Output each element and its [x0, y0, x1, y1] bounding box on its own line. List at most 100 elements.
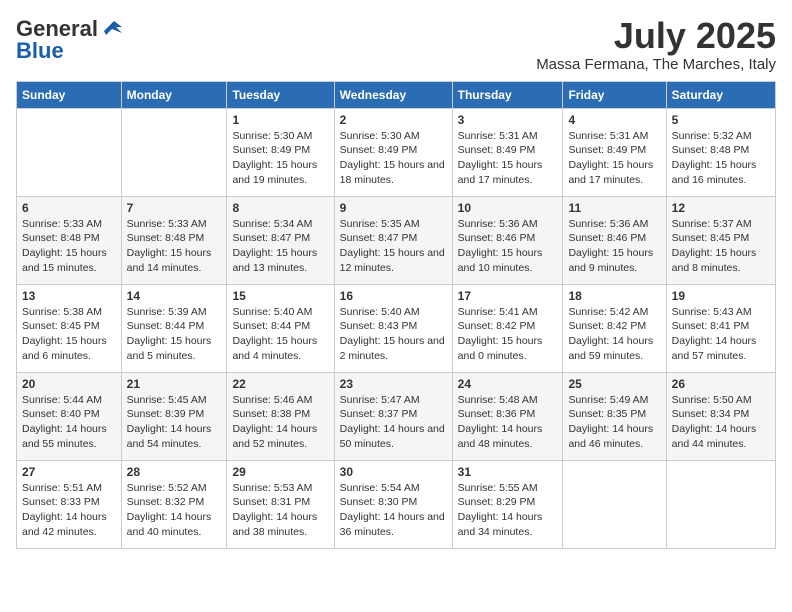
- day-number: 3: [458, 113, 558, 127]
- calendar-cell: 2 Sunrise: 5:30 AMSunset: 8:49 PMDaylight…: [334, 108, 452, 196]
- day-number: 12: [672, 201, 770, 215]
- page-header: General Blue July 2025 Massa Fermana, Th…: [16, 16, 776, 73]
- col-header-thursday: Thursday: [452, 81, 563, 108]
- calendar-cell: 13 Sunrise: 5:38 AMSunset: 8:45 PMDayligh…: [17, 284, 122, 372]
- day-number: 25: [568, 377, 660, 391]
- calendar-table: SundayMondayTuesdayWednesdayThursdayFrid…: [16, 81, 776, 549]
- logo-bird-icon: [100, 19, 122, 35]
- col-header-tuesday: Tuesday: [227, 81, 334, 108]
- day-number: 5: [672, 113, 770, 127]
- day-number: 27: [22, 465, 116, 479]
- calendar-cell: 27 Sunrise: 5:51 AMSunset: 8:33 PMDayligh…: [17, 460, 122, 548]
- cell-info: Sunrise: 5:52 AMSunset: 8:32 PMDaylight:…: [127, 482, 212, 538]
- calendar-cell: 11 Sunrise: 5:36 AMSunset: 8:46 PMDayligh…: [563, 196, 666, 284]
- calendar-cell: [17, 108, 122, 196]
- day-number: 16: [340, 289, 447, 303]
- title-block: July 2025 Massa Fermana, The Marches, It…: [536, 16, 776, 73]
- calendar-cell: 28 Sunrise: 5:52 AMSunset: 8:32 PMDayligh…: [121, 460, 227, 548]
- calendar-cell: 5 Sunrise: 5:32 AMSunset: 8:48 PMDaylight…: [666, 108, 775, 196]
- calendar-cell: 6 Sunrise: 5:33 AMSunset: 8:48 PMDaylight…: [17, 196, 122, 284]
- day-number: 17: [458, 289, 558, 303]
- logo: General Blue: [16, 16, 122, 64]
- day-number: 11: [568, 201, 660, 215]
- calendar-cell: 7 Sunrise: 5:33 AMSunset: 8:48 PMDaylight…: [121, 196, 227, 284]
- calendar-cell: 4Sunrise: 5:31 AMSunset: 8:49 PMDaylight…: [563, 108, 666, 196]
- calendar-cell: 10Sunrise: 5:36 AMSunset: 8:46 PMDayligh…: [452, 196, 563, 284]
- cell-info: Sunrise: 5:34 AMSunset: 8:47 PMDaylight:…: [232, 218, 317, 274]
- calendar-cell: 15Sunrise: 5:40 AMSunset: 8:44 PMDayligh…: [227, 284, 334, 372]
- cell-info: Sunrise: 5:53 AMSunset: 8:31 PMDaylight:…: [232, 482, 317, 538]
- cell-info: Sunrise: 5:38 AMSunset: 8:45 PMDaylight:…: [22, 306, 107, 362]
- calendar-cell: 25Sunrise: 5:49 AMSunset: 8:35 PMDayligh…: [563, 372, 666, 460]
- calendar-cell: 8Sunrise: 5:34 AMSunset: 8:47 PMDaylight…: [227, 196, 334, 284]
- day-number: 19: [672, 289, 770, 303]
- calendar-cell: 16 Sunrise: 5:40 AMSunset: 8:43 PMDayligh…: [334, 284, 452, 372]
- calendar-cell: 19 Sunrise: 5:43 AMSunset: 8:41 PMDayligh…: [666, 284, 775, 372]
- main-title: July 2025: [536, 16, 776, 56]
- cell-info: Sunrise: 5:33 AMSunset: 8:48 PMDaylight:…: [22, 218, 107, 274]
- calendar-cell: 29 Sunrise: 5:53 AMSunset: 8:31 PMDayligh…: [227, 460, 334, 548]
- logo-blue: Blue: [16, 38, 64, 64]
- cell-info: Sunrise: 5:36 AMSunset: 8:46 PMDaylight:…: [458, 218, 543, 274]
- cell-info: Sunrise: 5:33 AMSunset: 8:48 PMDaylight:…: [127, 218, 212, 274]
- col-header-saturday: Saturday: [666, 81, 775, 108]
- day-number: 30: [340, 465, 447, 479]
- day-number: 31: [458, 465, 558, 479]
- cell-info: Sunrise: 5:46 AMSunset: 8:38 PMDaylight:…: [232, 394, 317, 450]
- cell-info: Sunrise: 5:55 AMSunset: 8:29 PMDaylight:…: [458, 482, 543, 538]
- calendar-cell: 24 Sunrise: 5:48 AMSunset: 8:36 PMDayligh…: [452, 372, 563, 460]
- cell-info: Sunrise: 5:48 AMSunset: 8:36 PMDaylight:…: [458, 394, 543, 450]
- calendar-cell: 22 Sunrise: 5:46 AMSunset: 8:38 PMDayligh…: [227, 372, 334, 460]
- calendar-cell: 23Sunrise: 5:47 AMSunset: 8:37 PMDayligh…: [334, 372, 452, 460]
- cell-info: Sunrise: 5:36 AMSunset: 8:46 PMDaylight:…: [568, 218, 653, 274]
- calendar-cell: [666, 460, 775, 548]
- day-number: 4: [568, 113, 660, 127]
- cell-info: Sunrise: 5:44 AMSunset: 8:40 PMDaylight:…: [22, 394, 107, 450]
- day-number: 7: [127, 201, 222, 215]
- calendar-cell: 12 Sunrise: 5:37 AMSunset: 8:45 PMDayligh…: [666, 196, 775, 284]
- day-number: 1: [232, 113, 328, 127]
- day-number: 6: [22, 201, 116, 215]
- cell-info: Sunrise: 5:31 AMSunset: 8:49 PMDaylight:…: [458, 130, 543, 186]
- week-row-1: 1 Sunrise: 5:30 AMSunset: 8:49 PMDaylight…: [17, 108, 776, 196]
- day-number: 22: [232, 377, 328, 391]
- cell-info: Sunrise: 5:37 AMSunset: 8:45 PMDaylight:…: [672, 218, 757, 274]
- week-row-5: 27 Sunrise: 5:51 AMSunset: 8:33 PMDayligh…: [17, 460, 776, 548]
- day-number: 28: [127, 465, 222, 479]
- cell-info: Sunrise: 5:30 AMSunset: 8:49 PMDaylight:…: [232, 130, 317, 186]
- week-row-2: 6 Sunrise: 5:33 AMSunset: 8:48 PMDaylight…: [17, 196, 776, 284]
- cell-info: Sunrise: 5:51 AMSunset: 8:33 PMDaylight:…: [22, 482, 107, 538]
- col-header-sunday: Sunday: [17, 81, 122, 108]
- day-number: 24: [458, 377, 558, 391]
- cell-info: Sunrise: 5:43 AMSunset: 8:41 PMDaylight:…: [672, 306, 757, 362]
- cell-info: Sunrise: 5:54 AMSunset: 8:30 PMDaylight:…: [340, 482, 445, 538]
- calendar-cell: 18 Sunrise: 5:42 AMSunset: 8:42 PMDayligh…: [563, 284, 666, 372]
- day-number: 9: [340, 201, 447, 215]
- cell-info: Sunrise: 5:47 AMSunset: 8:37 PMDaylight:…: [340, 394, 445, 450]
- day-number: 13: [22, 289, 116, 303]
- day-number: 2: [340, 113, 447, 127]
- cell-info: Sunrise: 5:50 AMSunset: 8:34 PMDaylight:…: [672, 394, 757, 450]
- cell-info: Sunrise: 5:35 AMSunset: 8:47 PMDaylight:…: [340, 218, 445, 274]
- day-number: 29: [232, 465, 328, 479]
- col-header-friday: Friday: [563, 81, 666, 108]
- calendar-cell: 31 Sunrise: 5:55 AMSunset: 8:29 PMDayligh…: [452, 460, 563, 548]
- calendar-cell: 3 Sunrise: 5:31 AMSunset: 8:49 PMDaylight…: [452, 108, 563, 196]
- week-row-4: 20Sunrise: 5:44 AMSunset: 8:40 PMDayligh…: [17, 372, 776, 460]
- cell-info: Sunrise: 5:42 AMSunset: 8:42 PMDaylight:…: [568, 306, 653, 362]
- subtitle: Massa Fermana, The Marches, Italy: [536, 56, 776, 73]
- cell-info: Sunrise: 5:32 AMSunset: 8:48 PMDaylight:…: [672, 130, 757, 186]
- day-number: 26: [672, 377, 770, 391]
- day-number: 18: [568, 289, 660, 303]
- calendar-cell: 21Sunrise: 5:45 AMSunset: 8:39 PMDayligh…: [121, 372, 227, 460]
- cell-info: Sunrise: 5:40 AMSunset: 8:43 PMDaylight:…: [340, 306, 445, 362]
- calendar-cell: [121, 108, 227, 196]
- cell-info: Sunrise: 5:30 AMSunset: 8:49 PMDaylight:…: [340, 130, 445, 186]
- calendar-cell: 30 Sunrise: 5:54 AMSunset: 8:30 PMDayligh…: [334, 460, 452, 548]
- week-row-3: 13 Sunrise: 5:38 AMSunset: 8:45 PMDayligh…: [17, 284, 776, 372]
- cell-info: Sunrise: 5:45 AMSunset: 8:39 PMDaylight:…: [127, 394, 212, 450]
- calendar-cell: 17 Sunrise: 5:41 AMSunset: 8:42 PMDayligh…: [452, 284, 563, 372]
- cell-info: Sunrise: 5:41 AMSunset: 8:42 PMDaylight:…: [458, 306, 543, 362]
- calendar-cell: 9 Sunrise: 5:35 AMSunset: 8:47 PMDaylight…: [334, 196, 452, 284]
- calendar-cell: 1 Sunrise: 5:30 AMSunset: 8:49 PMDaylight…: [227, 108, 334, 196]
